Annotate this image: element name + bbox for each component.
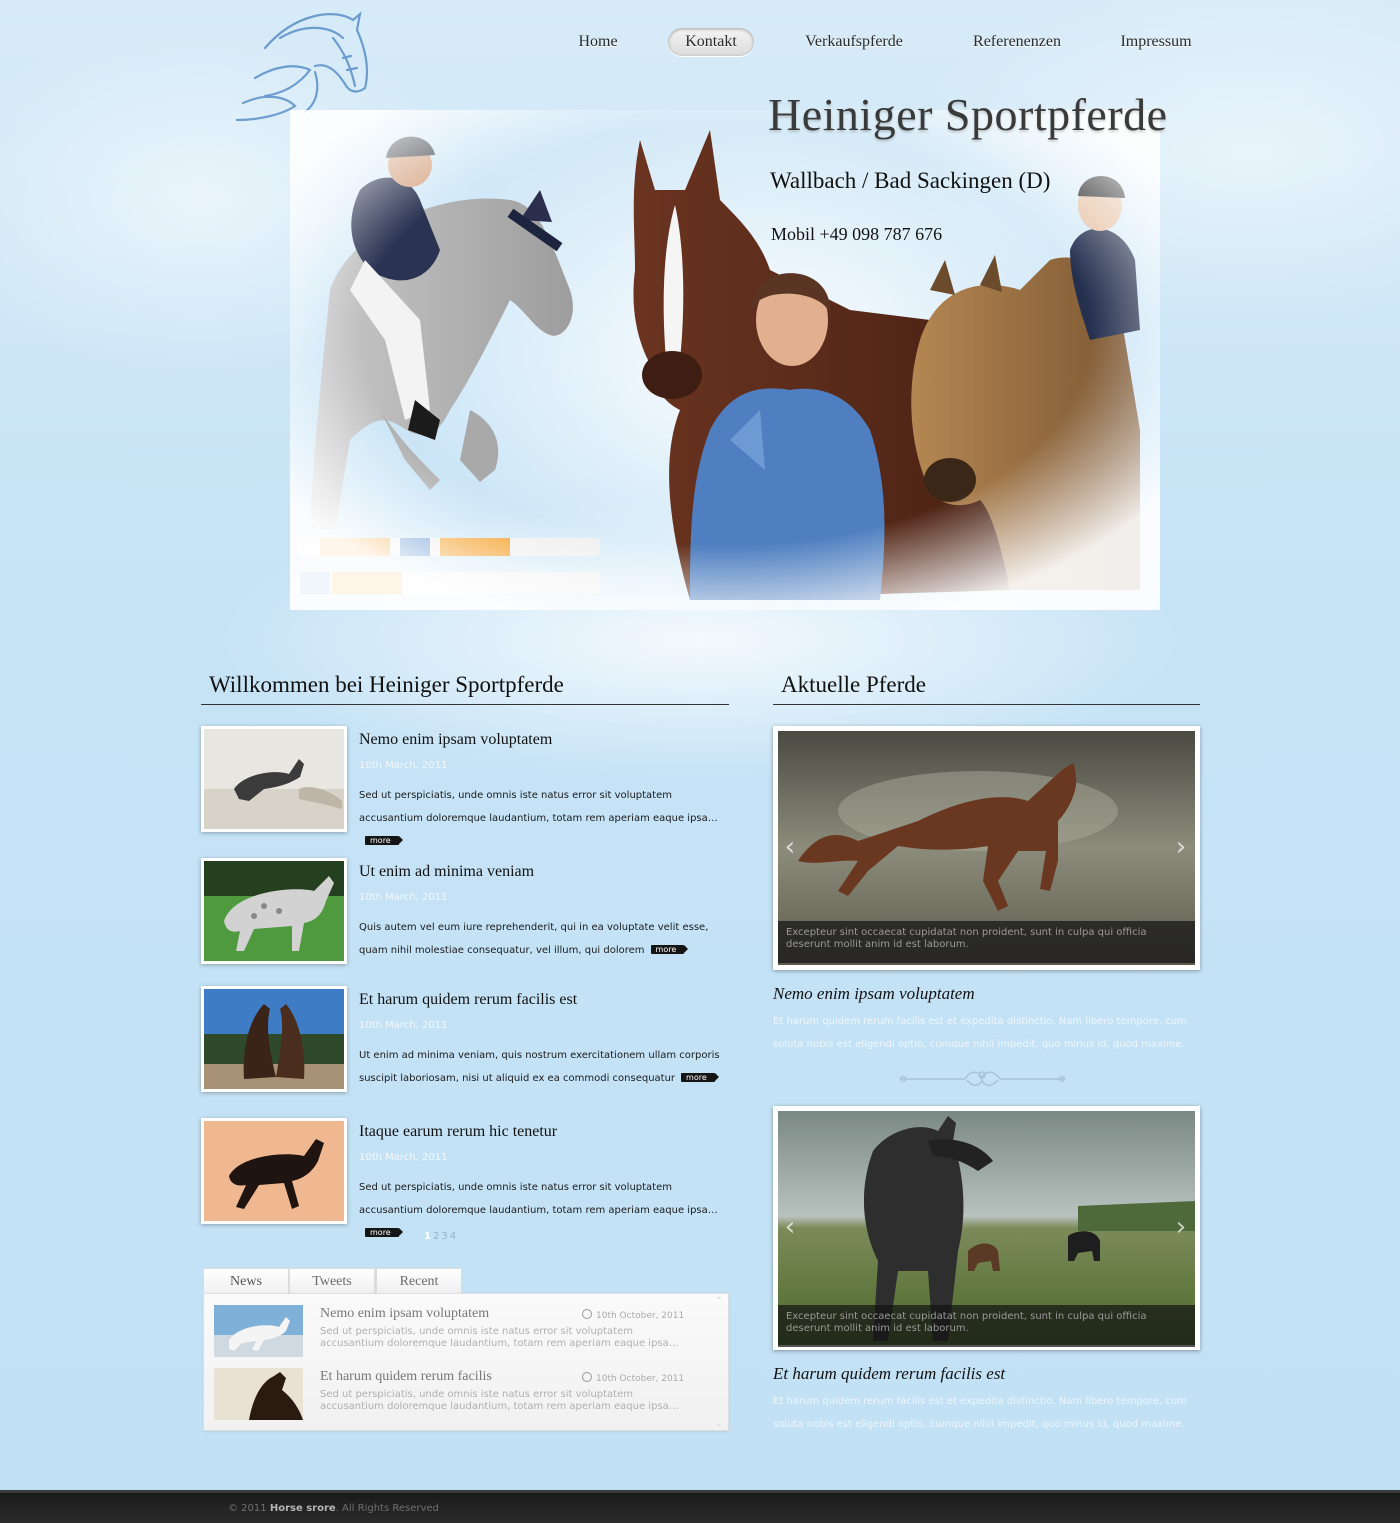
scroll-down-icon[interactable]: ⌄ bbox=[714, 1418, 724, 1429]
nav-home[interactable]: Home bbox=[560, 28, 636, 56]
current-horses-heading: Aktuelle Pferde bbox=[773, 670, 1200, 705]
tab-item-title[interactable]: Nemo enim ipsam voluptatem bbox=[320, 1306, 489, 1322]
list-item: Nemo enim ipsam voluptatem 10th October,… bbox=[214, 1305, 714, 1359]
scroll-up-icon[interactable]: ⌃ bbox=[714, 1296, 724, 1307]
page-link-2[interactable]: 2 bbox=[433, 1231, 439, 1242]
news-thumbnail[interactable] bbox=[201, 986, 347, 1092]
site-location: Wallbach / Bad Sackingen (D) bbox=[770, 168, 1051, 193]
nav-kontakt[interactable]: Kontakt bbox=[668, 28, 754, 56]
more-button[interactable]: more bbox=[650, 945, 688, 954]
horse-title[interactable]: Nemo enim ipsam voluptatem bbox=[773, 984, 975, 1004]
news-thumbnail[interactable] bbox=[201, 1118, 347, 1224]
tab-panel-news: ⌃ Nemo enim ipsam voluptatem 10th Octobe… bbox=[203, 1293, 729, 1431]
horse-title[interactable]: Et harum quidem rerum facilis est bbox=[773, 1364, 1005, 1384]
list-item: Et harum quidem rerum facilis est 10th M… bbox=[201, 986, 731, 1094]
horse-description: Et harum quidem rerum facilis est et exp… bbox=[773, 1016, 1187, 1050]
list-item: Itaque earum rerum hic tenetur 10th Marc… bbox=[201, 1118, 731, 1237]
slider-next-icon[interactable]: › bbox=[1172, 1214, 1190, 1240]
news-excerpt: Sed ut perspiciatis, unde omnis iste nat… bbox=[359, 790, 718, 845]
news-excerpt: Ut enim ad minima veniam, quis nostrum e… bbox=[359, 1050, 720, 1084]
pagination: 1234 bbox=[424, 1231, 458, 1242]
news-title[interactable]: Nemo enim ipsam voluptatem bbox=[359, 731, 552, 749]
more-button[interactable]: more bbox=[365, 836, 403, 845]
clock-icon bbox=[582, 1372, 592, 1382]
tab-item-title[interactable]: Et harum quidem rerum facilis bbox=[320, 1369, 492, 1385]
horse-slider: ‹ › Excepteur sint occaecat cupidatat no… bbox=[773, 1106, 1200, 1350]
slide-caption: Excepteur sint occaecat cupidatat non pr… bbox=[778, 921, 1195, 963]
slide-caption: Excepteur sint occaecat cupidatat non pr… bbox=[778, 1305, 1195, 1347]
tab-item-date: 10th October, 2011 bbox=[582, 1372, 684, 1384]
horse-slider: ‹ › Excepteur sint occaecat cupidatat no… bbox=[773, 726, 1200, 970]
tab-item-date: 10th October, 2011 bbox=[582, 1309, 684, 1321]
nav-referenenzen[interactable]: Referenenzen bbox=[962, 28, 1072, 56]
site-phone: Mobil +49 098 787 676 bbox=[771, 224, 943, 244]
news-thumbnail[interactable] bbox=[214, 1305, 303, 1357]
news-thumbnail[interactable] bbox=[201, 726, 347, 832]
footer-copyright: © 2011 Horse srore. All Rights Reserved bbox=[228, 1503, 439, 1514]
nav-verkaufspferde[interactable]: Verkaufspferde bbox=[796, 28, 912, 56]
main-nav: Home Kontakt Verkaufspferde Referenenzen… bbox=[560, 28, 1210, 58]
news-date: 10th March, 2011 bbox=[359, 760, 448, 771]
tab-item-excerpt: Sed ut perspiciatis, unde omnis iste nat… bbox=[320, 1326, 679, 1349]
news-date: 10th March, 2011 bbox=[359, 892, 448, 903]
news-date: 10th March, 2011 bbox=[359, 1152, 448, 1163]
list-item: Nemo enim ipsam voluptatem 10th March, 2… bbox=[201, 726, 731, 845]
footer: © 2011 Horse srore. All Rights Reserved bbox=[0, 1490, 1400, 1523]
news-title[interactable]: Et harum quidem rerum facilis est bbox=[359, 991, 577, 1009]
horse-description: Et harum quidem rerum facilis est et exp… bbox=[773, 1396, 1187, 1430]
list-item: Et harum quidem rerum facilis 10th Octob… bbox=[214, 1368, 714, 1422]
slider-prev-icon[interactable]: ‹ bbox=[781, 1214, 799, 1240]
divider-ornament-icon bbox=[895, 1066, 1070, 1092]
page-link-3[interactable]: 3 bbox=[441, 1231, 447, 1242]
news-thumbnail[interactable] bbox=[201, 858, 347, 964]
welcome-heading: Willkommen bei Heiniger Sportpferde bbox=[201, 670, 729, 705]
tab-tweets[interactable]: Tweets bbox=[289, 1268, 375, 1294]
more-button[interactable]: more bbox=[365, 1228, 403, 1237]
page-link-1[interactable]: 1 bbox=[424, 1231, 431, 1242]
page-link-4[interactable]: 4 bbox=[450, 1231, 456, 1242]
news-excerpt: Sed ut perspiciatis, unde omnis iste nat… bbox=[359, 1182, 718, 1237]
more-button[interactable]: more bbox=[681, 1073, 719, 1082]
list-item: Ut enim ad minima veniam 10th March, 201… bbox=[201, 858, 731, 966]
news-date: 10th March, 2011 bbox=[359, 1020, 448, 1031]
slider-prev-icon[interactable]: ‹ bbox=[781, 834, 799, 860]
news-title[interactable]: Itaque earum rerum hic tenetur bbox=[359, 1123, 557, 1141]
footer-brand[interactable]: Horse srore bbox=[270, 1503, 336, 1514]
slider-next-icon[interactable]: › bbox=[1172, 834, 1190, 860]
nav-impressum[interactable]: Impressum bbox=[1112, 28, 1200, 56]
site-title: Heiniger Sportpferde bbox=[768, 89, 1168, 140]
news-title[interactable]: Ut enim ad minima veniam bbox=[359, 863, 534, 881]
tab-item-excerpt: Sed ut perspiciatis, unde omnis iste nat… bbox=[320, 1389, 679, 1412]
news-thumbnail[interactable] bbox=[214, 1368, 303, 1420]
tab-news[interactable]: News bbox=[203, 1268, 289, 1295]
news-excerpt: Quis autem vel eum iure reprehenderit, q… bbox=[359, 922, 709, 956]
clock-icon bbox=[582, 1309, 592, 1319]
tab-recent[interactable]: Recent bbox=[376, 1268, 462, 1294]
